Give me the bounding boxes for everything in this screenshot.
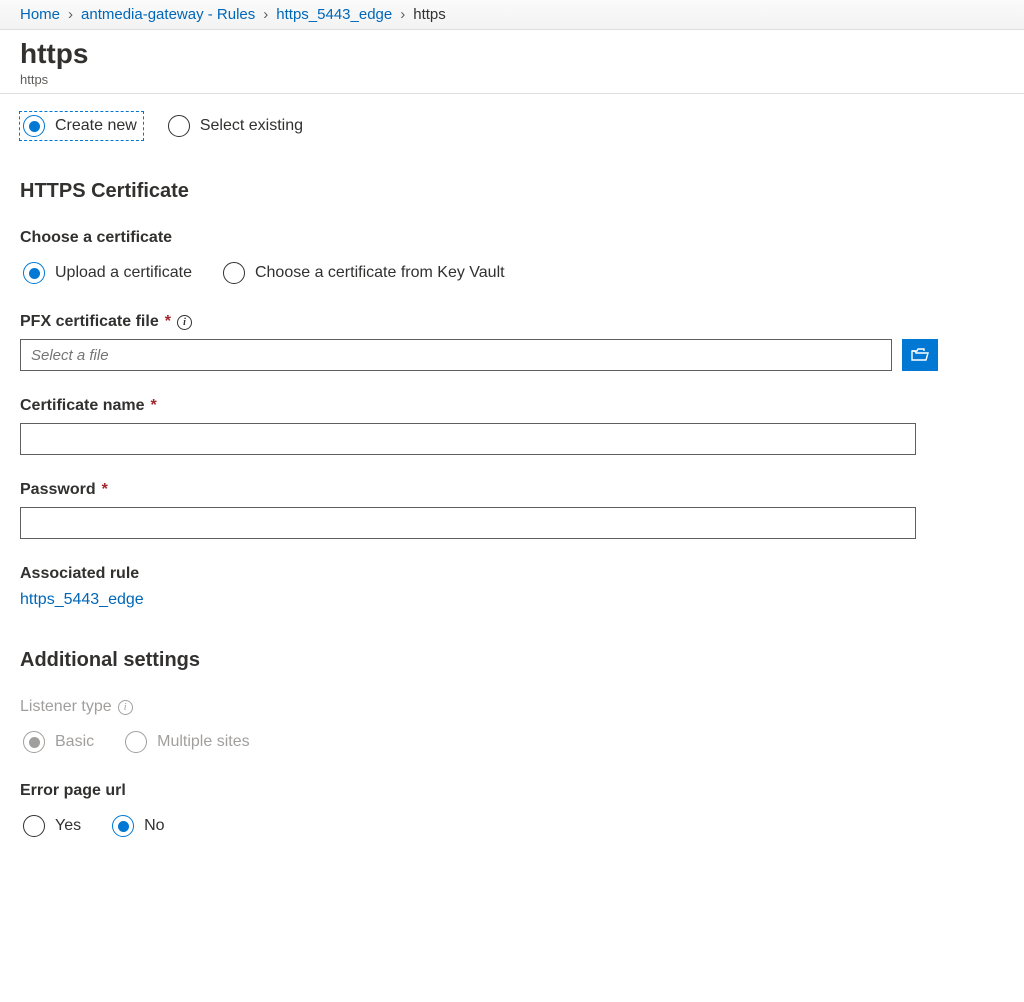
radio-listener-basic: Basic [20,728,100,756]
chevron-right-icon: › [68,6,73,23]
radio-label: Yes [55,817,81,835]
radio-icon [23,731,45,753]
radio-label: Choose a certificate from Key Vault [255,264,505,282]
radio-label: Basic [55,733,94,751]
radio-label: Multiple sites [157,733,249,751]
cert-source-radio-group: Upload a certificate Choose a certificat… [20,259,1004,287]
radio-select-existing[interactable]: Select existing [165,112,309,140]
chevron-right-icon: › [263,6,268,23]
required-indicator: * [151,397,157,415]
info-icon[interactable]: i [177,315,192,330]
info-icon[interactable]: i [118,700,133,715]
folder-icon [911,348,929,362]
error-page-url-label: Error page url [20,782,1004,800]
password-input[interactable] [20,507,916,539]
radio-icon [168,115,190,137]
radio-label: Select existing [200,117,303,135]
required-indicator: * [165,313,171,331]
breadcrumb-home[interactable]: Home [20,6,60,23]
radio-error-no[interactable]: No [109,812,170,840]
pfx-file-input[interactable] [20,339,892,371]
breadcrumb-gateway-rules[interactable]: antmedia-gateway - Rules [81,6,255,23]
page-subtitle: https [20,72,1004,87]
radio-keyvault-certificate[interactable]: Choose a certificate from Key Vault [220,259,511,287]
page-header: https https [0,30,1024,94]
associated-rule-link[interactable]: https_5443_edge [20,591,144,608]
radio-icon [125,731,147,753]
radio-icon [23,262,45,284]
choose-certificate-label: Choose a certificate [20,229,1004,247]
radio-create-new[interactable]: Create new [20,112,143,140]
radio-icon [112,815,134,837]
radio-label: Upload a certificate [55,264,192,282]
cert-name-input[interactable] [20,423,916,455]
listener-type-label: Listener type i [20,698,1004,716]
breadcrumb-https-5443-edge[interactable]: https_5443_edge [276,6,392,23]
radio-icon [23,115,45,137]
radio-icon [223,262,245,284]
section-additional-settings: Additional settings [20,649,1004,672]
radio-label: No [144,817,164,835]
associated-rule-label: Associated rule [20,565,1004,583]
section-https-certificate: HTTPS Certificate [20,180,1004,203]
chevron-right-icon: › [400,6,405,23]
radio-error-yes[interactable]: Yes [20,812,87,840]
password-label: Password * [20,481,1004,499]
radio-listener-multiple: Multiple sites [122,728,255,756]
error-page-radio-group: Yes No [20,812,1004,840]
pfx-file-label: PFX certificate file * i [20,313,1004,331]
cert-name-label: Certificate name * [20,397,1004,415]
listener-type-radio-group: Basic Multiple sites [20,728,1004,756]
breadcrumb: Home › antmedia-gateway - Rules › https_… [0,0,1024,30]
breadcrumb-current: https [413,6,446,23]
required-indicator: * [102,481,108,499]
browse-file-button[interactable] [902,339,938,371]
page-title: https [20,38,1004,70]
radio-label: Create new [55,117,137,135]
radio-icon [23,815,45,837]
radio-upload-certificate[interactable]: Upload a certificate [20,259,198,287]
mode-radio-group: Create new Select existing [20,112,1004,140]
